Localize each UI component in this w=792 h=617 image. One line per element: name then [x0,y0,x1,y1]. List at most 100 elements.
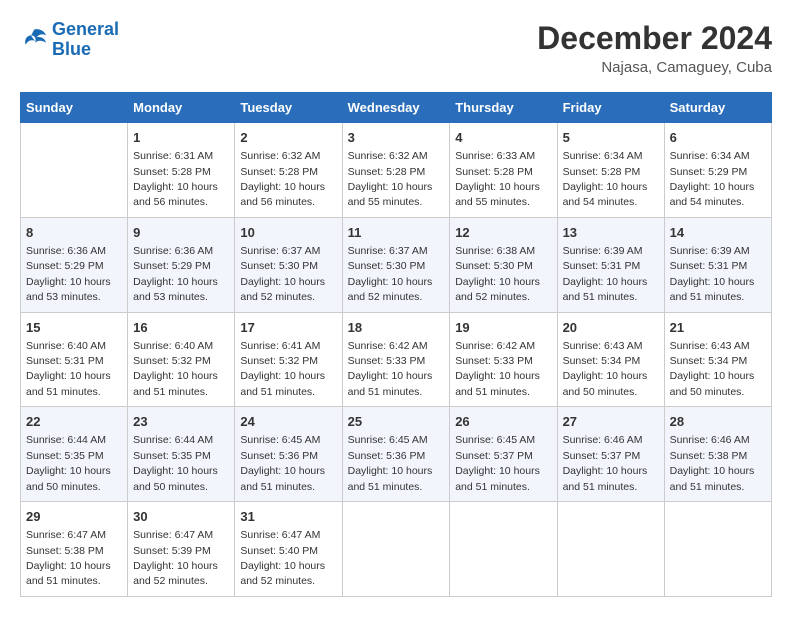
day-info: Sunrise: 6:47 AMSunset: 5:38 PMDaylight:… [26,529,111,587]
calendar-day-cell: 9Sunrise: 6:36 AMSunset: 5:29 PMDaylight… [128,217,235,312]
day-number: 16 [133,319,229,337]
day-number: 22 [26,413,122,431]
day-number: 12 [455,224,551,242]
calendar-day-cell: 30 Sunrise: 6:47 AMSunset: 5:39 PMDayligh… [128,502,235,597]
weekday-header-thursday: Thursday [450,93,557,123]
calendar-day-cell: 14 Sunrise: 6:39 AMSunset: 5:31 PMDayligh… [664,217,771,312]
day-info: Sunrise: 6:42 AMSunset: 5:33 PMDaylight:… [348,340,433,398]
day-number: 30 [133,508,229,526]
day-number: 4 [455,129,551,147]
day-number: 31 [240,508,336,526]
day-number: 6 [670,129,766,147]
weekday-header-saturday: Saturday [664,93,771,123]
day-number: 29 [26,508,122,526]
calendar-day-cell: 25 Sunrise: 6:45 AMSunset: 5:36 PMDayligh… [342,407,450,502]
day-info: Sunrise: 6:45 AMSunset: 5:36 PMDaylight:… [348,434,433,492]
day-info: Sunrise: 6:44 AMSunset: 5:35 PMDaylight:… [26,434,111,492]
calendar-day-cell: 28 Sunrise: 6:46 AMSunset: 5:38 PMDayligh… [664,407,771,502]
day-number: 23 [133,413,229,431]
calendar-day-cell: 31 Sunrise: 6:47 AMSunset: 5:40 PMDayligh… [235,502,342,597]
calendar-day-cell: 11Sunrise: 6:37 AMSunset: 5:30 PMDayligh… [342,217,450,312]
day-number: 24 [240,413,336,431]
calendar-day-cell [342,502,450,597]
day-info: Sunrise: 6:46 AMSunset: 5:38 PMDaylight:… [670,434,755,492]
day-number: 19 [455,319,551,337]
day-number: 10 [240,224,336,242]
day-info: Sunrise: 6:45 AMSunset: 5:37 PMDaylight:… [455,434,540,492]
day-info: Sunrise: 6:34 AMSunset: 5:29 PMDaylight:… [670,150,755,208]
calendar-day-cell: 2Sunrise: 6:32 AMSunset: 5:28 PMDaylight… [235,123,342,218]
calendar-day-cell: 10 Sunrise: 6:37 AMSunset: 5:30 PMDayligh… [235,217,342,312]
calendar-day-cell: 16 Sunrise: 6:40 AMSunset: 5:32 PMDayligh… [128,312,235,407]
day-info: Sunrise: 6:43 AMSunset: 5:34 PMDaylight:… [670,340,755,398]
weekday-header-wednesday: Wednesday [342,93,450,123]
day-number: 28 [670,413,766,431]
day-info: Sunrise: 6:37 AMSunset: 5:30 PMDaylight:… [240,245,325,303]
day-number: 20 [563,319,659,337]
day-info: Sunrise: 6:47 AMSunset: 5:39 PMDaylight:… [133,529,218,587]
calendar-week-row: 15 Sunrise: 6:40 AMSunset: 5:31 PMDayligh… [21,312,772,407]
day-number: 17 [240,319,336,337]
calendar-day-cell: 18 Sunrise: 6:42 AMSunset: 5:33 PMDayligh… [342,312,450,407]
logo-text: General Blue [52,20,119,60]
calendar-week-row: 22 Sunrise: 6:44 AMSunset: 5:35 PMDayligh… [21,407,772,502]
calendar-day-cell: 24 Sunrise: 6:45 AMSunset: 5:36 PMDayligh… [235,407,342,502]
calendar-day-cell: 1 Sunrise: 6:31 AMSunset: 5:28 PMDaylight… [128,123,235,218]
weekday-header-monday: Monday [128,93,235,123]
weekday-header-friday: Friday [557,93,664,123]
weekday-header-sunday: Sunday [21,93,128,123]
day-number: 1 [133,129,229,147]
title-block: December 2024 Najasa, Camaguey, Cuba [537,20,772,76]
day-info: Sunrise: 6:46 AMSunset: 5:37 PMDaylight:… [563,434,648,492]
day-info: Sunrise: 6:40 AMSunset: 5:32 PMDaylight:… [133,340,218,398]
day-number: 18 [348,319,445,337]
day-info: Sunrise: 6:33 AMSunset: 5:28 PMDaylight:… [455,150,540,208]
calendar-day-cell: 3 Sunrise: 6:32 AMSunset: 5:28 PMDaylight… [342,123,450,218]
day-info: Sunrise: 6:45 AMSunset: 5:36 PMDaylight:… [240,434,325,492]
day-info: Sunrise: 6:32 AMSunset: 5:28 PMDaylight:… [348,150,433,208]
calendar-table: SundayMondayTuesdayWednesdayThursdayFrid… [20,92,772,597]
day-info: Sunrise: 6:36 AMSunset: 5:29 PMDaylight:… [26,245,111,303]
day-number: 15 [26,319,122,337]
day-number: 25 [348,413,445,431]
calendar-day-cell: 6 Sunrise: 6:34 AMSunset: 5:29 PMDaylight… [664,123,771,218]
day-number: 3 [348,129,445,147]
calendar-day-cell: 20Sunrise: 6:43 AMSunset: 5:34 PMDayligh… [557,312,664,407]
day-info: Sunrise: 6:39 AMSunset: 5:31 PMDaylight:… [670,245,755,303]
day-number: 27 [563,413,659,431]
day-info: Sunrise: 6:39 AMSunset: 5:31 PMDaylight:… [563,245,648,303]
calendar-week-row: 29 Sunrise: 6:47 AMSunset: 5:38 PMDayligh… [21,502,772,597]
day-number: 9 [133,224,229,242]
calendar-day-cell: 12 Sunrise: 6:38 AMSunset: 5:30 PMDayligh… [450,217,557,312]
day-info: Sunrise: 6:38 AMSunset: 5:30 PMDaylight:… [455,245,540,303]
day-number: 14 [670,224,766,242]
calendar-day-cell [664,502,771,597]
weekday-header-tuesday: Tuesday [235,93,342,123]
calendar-day-cell [450,502,557,597]
calendar-day-cell: 27 Sunrise: 6:46 AMSunset: 5:37 PMDayligh… [557,407,664,502]
calendar-day-cell: 17 Sunrise: 6:41 AMSunset: 5:32 PMDayligh… [235,312,342,407]
day-info: Sunrise: 6:31 AMSunset: 5:28 PMDaylight:… [133,150,218,208]
calendar-day-cell [557,502,664,597]
day-info: Sunrise: 6:34 AMSunset: 5:28 PMDaylight:… [563,150,648,208]
location: Najasa, Camaguey, Cuba [537,59,772,76]
calendar-day-cell [21,123,128,218]
day-info: Sunrise: 6:44 AMSunset: 5:35 PMDaylight:… [133,434,218,492]
calendar-day-cell: 23 Sunrise: 6:44 AMSunset: 5:35 PMDayligh… [128,407,235,502]
day-number: 8 [26,224,122,242]
day-number: 21 [670,319,766,337]
day-info: Sunrise: 6:41 AMSunset: 5:32 PMDaylight:… [240,340,325,398]
day-info: Sunrise: 6:40 AMSunset: 5:31 PMDaylight:… [26,340,111,398]
logo-icon [20,28,48,52]
calendar-day-cell: 15 Sunrise: 6:40 AMSunset: 5:31 PMDayligh… [21,312,128,407]
page-header: General Blue December 2024 Najasa, Camag… [20,20,772,76]
calendar-day-cell: 29 Sunrise: 6:47 AMSunset: 5:38 PMDayligh… [21,502,128,597]
day-info: Sunrise: 6:47 AMSunset: 5:40 PMDaylight:… [240,529,325,587]
day-info: Sunrise: 6:32 AMSunset: 5:28 PMDaylight:… [240,150,325,208]
day-number: 26 [455,413,551,431]
day-number: 13 [563,224,659,242]
calendar-day-cell: 5Sunrise: 6:34 AMSunset: 5:28 PMDaylight… [557,123,664,218]
month-title: December 2024 [537,20,772,57]
calendar-day-cell: 21 Sunrise: 6:43 AMSunset: 5:34 PMDayligh… [664,312,771,407]
calendar-week-row: 8 Sunrise: 6:36 AMSunset: 5:29 PMDaylight… [21,217,772,312]
